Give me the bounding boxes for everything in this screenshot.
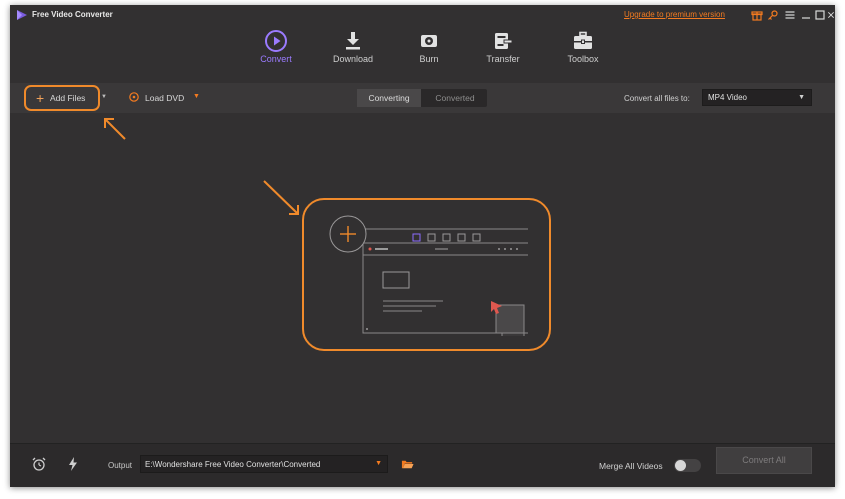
dvd-icon [129, 92, 139, 102]
convert-icon [265, 30, 287, 52]
load-dvd-label: Load DVD [145, 93, 185, 103]
minimize-icon[interactable] [800, 9, 812, 21]
tab-converting[interactable]: Converting [357, 89, 421, 107]
conversion-tabs: Converting Converted [357, 89, 487, 107]
output-path-select[interactable]: E:\Wondershare Free Video Converter\Conv… [140, 455, 388, 473]
add-files-dropdown-icon[interactable]: ▼ [101, 94, 107, 100]
chevron-down-icon: ▼ [798, 94, 805, 101]
merge-all-toggle[interactable] [674, 459, 701, 472]
nav-burn[interactable]: Burn [394, 25, 464, 85]
output-label: Output [108, 461, 133, 470]
maximize-icon[interactable] [814, 9, 826, 21]
nav-toolbox[interactable]: Toolbox [548, 25, 618, 85]
nav-transfer-label: Transfer [486, 54, 520, 64]
add-files-label: Add Files [50, 93, 86, 103]
main-navigation: Convert Download Burn Transfer Toolbox [10, 25, 835, 103]
convert-all-to-label: Convert all files to: [624, 94, 690, 103]
convert-all-button[interactable]: Convert All [716, 447, 812, 474]
drop-files-illustration [329, 215, 528, 336]
menu-icon[interactable] [784, 9, 796, 21]
merge-all-label: Merge All Videos [599, 461, 663, 471]
app-logo-icon [17, 10, 27, 20]
app-window: Free Video Converter Upgrade to premium … [10, 5, 835, 487]
pointer-arrow-icon [263, 180, 299, 215]
toolbar: + Add Files ▼ Load DVD ▼ Converting Conv… [10, 83, 835, 113]
output-format-select[interactable]: MP4 Video ▼ [702, 89, 812, 106]
burn-icon [421, 35, 437, 47]
output-path-value: E:\Wondershare Free Video Converter\Conv… [145, 460, 321, 469]
plus-icon: + [36, 90, 45, 106]
toggle-knob [675, 460, 686, 471]
footer-bar: Output E:\Wondershare Free Video Convert… [10, 443, 835, 487]
app-title: Free Video Converter [32, 10, 113, 19]
nav-transfer[interactable]: Transfer [468, 25, 538, 85]
lightning-icon[interactable] [65, 456, 81, 472]
nav-download[interactable]: Download [318, 25, 388, 85]
title-bar: Free Video Converter Upgrade to premium … [10, 5, 835, 25]
drop-zone[interactable] [302, 198, 551, 351]
nav-convert[interactable]: Convert [241, 25, 311, 85]
nav-burn-label: Burn [419, 54, 439, 64]
gift-icon[interactable] [751, 9, 763, 21]
close-icon[interactable] [827, 9, 835, 21]
pointer-arrow-icon [104, 118, 126, 140]
toolbox-icon [574, 31, 592, 49]
load-dvd-dropdown-icon[interactable]: ▼ [193, 93, 200, 100]
nav-convert-label: Convert [260, 54, 292, 64]
nav-toolbox-label: Toolbox [567, 54, 599, 64]
download-icon [346, 32, 360, 50]
output-format-value: MP4 Video [708, 93, 747, 102]
alarm-clock-icon[interactable] [31, 456, 47, 472]
file-drop-area [10, 113, 835, 443]
transfer-icon [495, 33, 513, 49]
chevron-down-icon: ▼ [375, 460, 382, 467]
upgrade-link[interactable]: Upgrade to premium version [624, 10, 725, 19]
nav-download-label: Download [332, 54, 374, 64]
tab-converted[interactable]: Converted [423, 89, 487, 107]
folder-open-icon[interactable] [401, 458, 414, 471]
add-files-button[interactable]: + Add Files [24, 85, 100, 111]
key-icon[interactable] [767, 9, 779, 21]
